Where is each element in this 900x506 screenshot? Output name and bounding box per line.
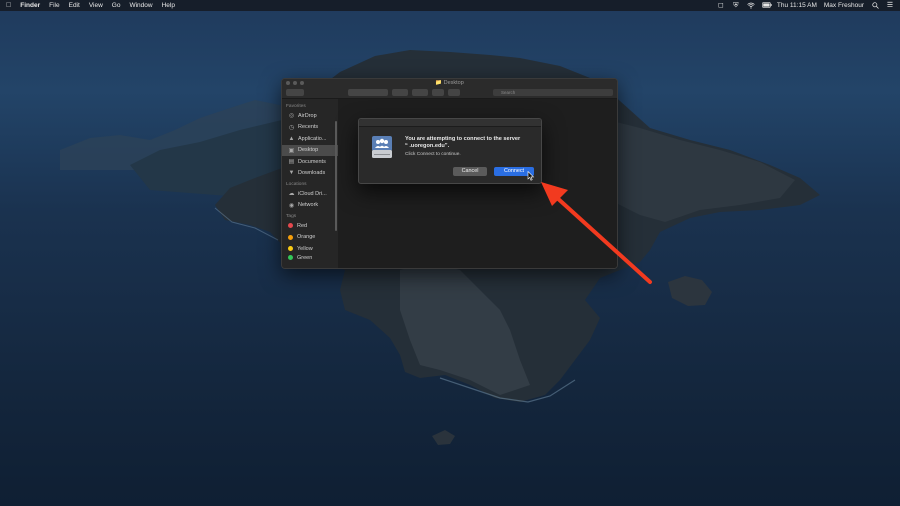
screen-share-icon[interactable]: ◻	[717, 2, 725, 9]
cancel-button[interactable]: Cancel	[453, 167, 487, 176]
menu-user[interactable]: Max Freshour	[824, 2, 864, 9]
sidebar-section-favorites: Favorites	[286, 104, 306, 109]
tags-button[interactable]	[448, 89, 460, 96]
share-button[interactable]	[432, 89, 444, 96]
mouse-cursor-icon	[527, 171, 535, 181]
minimize-button[interactable]	[293, 81, 297, 85]
search-field[interactable]: Search	[493, 89, 613, 96]
sidebar-item-recents[interactable]: ◷ Recents	[282, 122, 338, 134]
tag-color-dot	[288, 234, 293, 240]
sidebar-item-applications[interactable]: ▲ Applicatio...	[282, 133, 338, 145]
view-mode-buttons[interactable]	[348, 89, 388, 96]
tag-color-dot	[288, 223, 293, 229]
finder-sidebar: Favorites ◎ AirDrop ◷ Recents ▲ Applicatio.…	[282, 99, 338, 268]
airdrop-icon: ◎	[288, 113, 295, 120]
sidebar-scrollbar[interactable]	[335, 121, 337, 231]
tag-color-dot	[288, 246, 293, 252]
menu-go[interactable]: Go	[112, 2, 121, 9]
folder-icon: 📁	[435, 80, 443, 86]
cloud-icon: ☁	[288, 191, 295, 198]
sidebar-section-locations: Locations	[286, 182, 307, 187]
sidebar-tag-green[interactable]: Green	[282, 255, 338, 261]
sidebar-section-tags: Tags	[286, 214, 297, 219]
download-icon: ▼	[288, 170, 295, 177]
globe-icon: ◉	[288, 202, 295, 209]
menu-help[interactable]: Help	[162, 2, 175, 9]
menu-app-name[interactable]: Finder	[20, 2, 40, 9]
menu-clock[interactable]: Thu 11:15 AM	[777, 2, 817, 9]
document-icon: ▤	[288, 159, 295, 166]
back-forward-button[interactable]	[286, 89, 304, 96]
connect-server-dialog: You are attempting to connect to the ser…	[358, 118, 542, 184]
zoom-button[interactable]	[300, 81, 304, 85]
apple-menu-icon[interactable]: 	[6, 2, 11, 9]
sidebar-item-downloads[interactable]: ▼ Downloads	[282, 168, 338, 180]
sidebar-tag-orange[interactable]: Orange	[282, 232, 338, 244]
battery-icon[interactable]	[761, 2, 772, 9]
notification-center-icon[interactable]: ☰	[886, 2, 894, 9]
sidebar-item-documents[interactable]: ▤ Documents	[282, 156, 338, 168]
window-controls	[286, 81, 304, 85]
applications-icon: ▲	[288, 135, 295, 142]
tag-color-dot	[288, 255, 293, 260]
dialog-instruction: Click Connect to continue.	[405, 152, 461, 157]
clock-icon: ◷	[288, 124, 295, 131]
wifi-icon[interactable]	[747, 2, 755, 9]
file-server-icon	[371, 135, 393, 159]
dialog-top-strip	[359, 119, 541, 127]
menu-view[interactable]: View	[89, 2, 103, 9]
desktop-icon: ▣	[288, 147, 295, 154]
dialog-message: You are attempting to connect to the ser…	[405, 136, 539, 150]
finder-toolbar: Search	[282, 87, 617, 99]
group-button[interactable]	[392, 89, 408, 96]
dialog-message-line1: You are attempting to connect to the ser…	[405, 136, 521, 142]
sidebar-tag-yellow[interactable]: Yellow	[282, 243, 338, 255]
window-title: Desktop	[443, 80, 464, 86]
menu-window[interactable]: Window	[129, 2, 152, 9]
sidebar-item-icloud[interactable]: ☁ iCloud Dri...	[282, 188, 338, 200]
sidebar-tag-red[interactable]: Red	[282, 220, 338, 232]
shield-icon[interactable]: ⛨	[732, 2, 740, 9]
close-button[interactable]	[286, 81, 290, 85]
menu-bar:  Finder File Edit View Go Window Help ◻…	[0, 0, 900, 11]
sidebar-item-airdrop[interactable]: ◎ AirDrop	[282, 110, 338, 122]
spotlight-search-icon[interactable]	[871, 2, 879, 9]
menu-file[interactable]: File	[49, 2, 59, 9]
sidebar-item-desktop[interactable]: ▣ Desktop	[282, 144, 338, 156]
sidebar-item-network[interactable]: ◉ Network	[282, 200, 338, 212]
menu-edit[interactable]: Edit	[69, 2, 80, 9]
finder-titlebar[interactable]: 📁 Desktop	[282, 79, 617, 87]
action-gear-button[interactable]	[412, 89, 428, 96]
dialog-message-line2: “ .uoregon.edu”.	[405, 143, 450, 149]
